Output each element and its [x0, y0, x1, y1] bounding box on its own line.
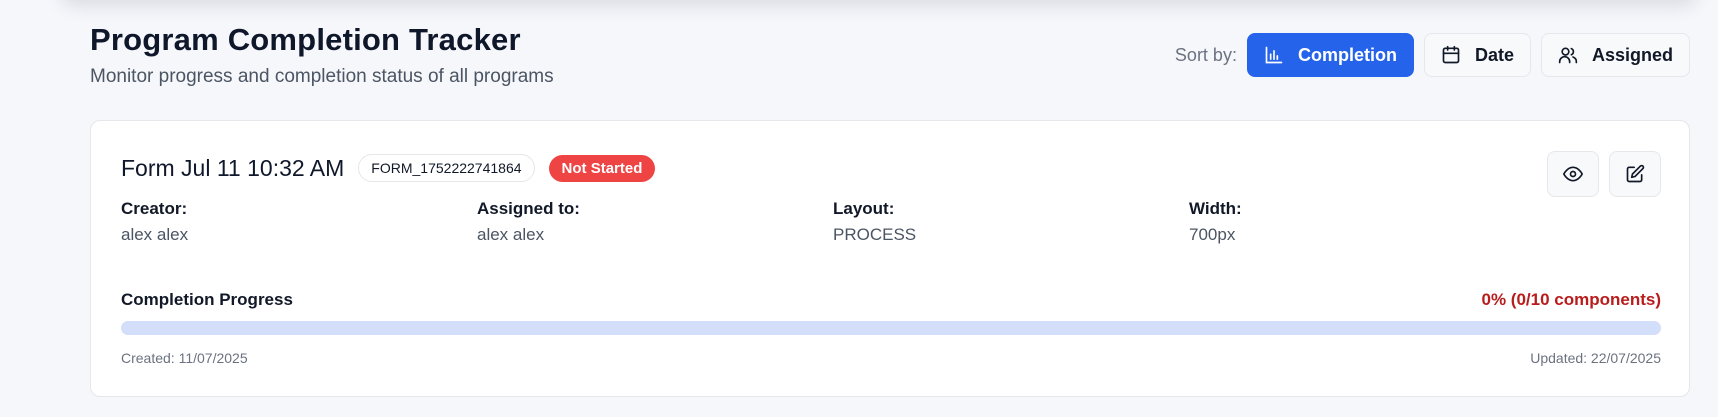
progress-value: 0% (0/10 components)	[1481, 290, 1662, 309]
width-label: Width:	[1189, 199, 1242, 218]
view-button[interactable]	[1547, 151, 1599, 197]
sort-completion-label: Completion	[1297, 44, 1397, 65]
width-value: 700px	[1189, 225, 1236, 244]
creator-value: alex alex	[121, 225, 189, 244]
creator-label: Creator:	[121, 199, 188, 218]
progress-bar	[121, 321, 1661, 335]
edit-button[interactable]	[1609, 151, 1661, 197]
edit-icon	[1625, 164, 1645, 184]
assigned-label: Assigned to:	[477, 199, 580, 218]
sort-assigned-label: Assigned	[1591, 44, 1673, 65]
dates-row: Created: 11/07/2025 Updated: 22/07/2025	[121, 350, 1661, 366]
bar-chart-icon	[1264, 45, 1284, 65]
calendar-icon	[1441, 45, 1461, 65]
progress-header: Completion Progress 0% (0/10 components)	[121, 290, 1661, 310]
meta-grid: Creator: alex alex Assigned to: alex ale…	[121, 199, 1545, 245]
card-title-row: Form Jul 11 10:32 AM FORM_1752222741864 …	[121, 154, 656, 182]
layout-label: Layout:	[833, 199, 895, 218]
users-icon	[1558, 45, 1578, 65]
sort-date-button[interactable]: Date	[1423, 33, 1531, 77]
meta-assigned: Assigned to: alex alex	[477, 199, 833, 245]
sort-completion-button[interactable]: Completion	[1246, 33, 1414, 77]
meta-creator: Creator: alex alex	[121, 199, 477, 245]
sort-date-label: Date	[1474, 44, 1514, 65]
status-badge: Not Started	[548, 154, 656, 182]
sort-assigned-button[interactable]: Assigned	[1540, 33, 1690, 77]
program-card: Form Jul 11 10:32 AM FORM_1752222741864 …	[90, 120, 1690, 397]
meta-width: Width: 700px	[1189, 199, 1545, 245]
layout-value: PROCESS	[833, 225, 917, 244]
created-date: Created: 11/07/2025	[121, 350, 248, 366]
card-actions	[1547, 151, 1661, 197]
page-subtitle: Monitor progress and completion status o…	[90, 66, 554, 87]
updated-date: Updated: 22/07/2025	[1530, 350, 1661, 366]
assigned-value: alex alex	[477, 225, 545, 244]
sort-label: Sort by:	[1174, 44, 1237, 65]
page-header: Program Completion Tracker Monitor progr…	[90, 22, 554, 88]
progress-title: Completion Progress	[121, 290, 293, 309]
form-name: Form Jul 11 10:32 AM	[121, 154, 345, 181]
form-id-badge: FORM_1752222741864	[358, 154, 535, 182]
page-title: Program Completion Tracker	[90, 22, 521, 57]
sort-bar: Sort by: Completion Date Assigned	[1175, 33, 1690, 77]
eye-icon	[1563, 164, 1583, 184]
meta-layout: Layout: PROCESS	[833, 199, 1189, 245]
